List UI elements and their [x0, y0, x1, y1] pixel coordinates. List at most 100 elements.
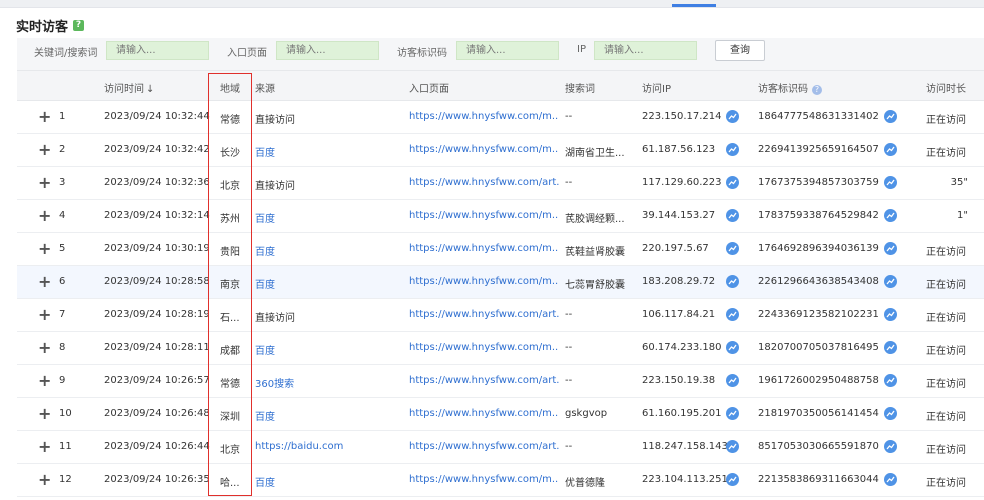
expand-icon[interactable]: +: [38, 373, 51, 389]
expand-icon[interactable]: +: [38, 274, 51, 290]
entry-page-link[interactable]: https://www.hnysfww.com/art...: [409, 309, 559, 320]
ip-trend-icon[interactable]: [726, 176, 739, 189]
query-button[interactable]: 查询: [715, 40, 765, 61]
expand-icon[interactable]: +: [38, 406, 51, 422]
table-row[interactable]: +9 2023/09/24 10:26:57 常德 360搜索 https://www.…: [17, 365, 984, 398]
table-row[interactable]: +12 2023/09/24 10:26:35 哈... 百度 https://www.…: [17, 464, 984, 497]
source[interactable]: https://baidu.com: [255, 441, 405, 452]
table-row[interactable]: +8 2023/09/24 10:28:11 成都 百度 https://www.hny…: [17, 332, 984, 365]
visitor-trend-icon[interactable]: [884, 143, 897, 156]
visitor-trend-icon[interactable]: [884, 176, 897, 189]
ip-trend-icon[interactable]: [726, 440, 739, 453]
visit-time: 2023/09/24 10:26:35: [104, 474, 210, 485]
entry-page-link[interactable]: https://www.hnysfww.com/m...: [409, 111, 559, 122]
visitor-trend-icon[interactable]: [884, 242, 897, 255]
entry-page-link[interactable]: https://www.hnysfww.com/m...: [409, 342, 559, 353]
col-time[interactable]: 访问时间 ↓: [104, 80, 154, 95]
source[interactable]: 百度: [255, 342, 405, 357]
visitor-id-label: 访客标识码: [397, 48, 447, 59]
expand-icon[interactable]: +: [38, 340, 51, 356]
visitor-id: 2243369123582102231: [758, 309, 879, 320]
entry-page-link[interactable]: https://www.hnysfww.com/m...: [409, 210, 559, 221]
ip-trend-icon[interactable]: [726, 374, 739, 387]
visitor-trend-icon[interactable]: [884, 440, 897, 453]
visitor-id-input[interactable]: 请输入...: [456, 41, 559, 60]
visit-ip: 61.160.195.201: [642, 408, 722, 419]
source[interactable]: 百度: [255, 243, 405, 258]
expand-icon[interactable]: +: [38, 208, 51, 224]
ip-trend-icon[interactable]: [726, 242, 739, 255]
entry-page-input[interactable]: 请输入...: [276, 41, 379, 60]
source[interactable]: 百度: [255, 210, 405, 225]
ip-trend-icon[interactable]: [726, 341, 739, 354]
search-term: 湖南省卫生...: [565, 148, 625, 159]
visit-ip: 223.150.19.38: [642, 375, 716, 386]
ip-trend-icon[interactable]: [726, 308, 739, 321]
search-term: --: [565, 375, 573, 386]
entry-page-link[interactable]: https://www.hnysfww.com/art...: [409, 441, 559, 452]
table-row[interactable]: +6 2023/09/24 10:28:58 南京 百度 https://www.hny…: [17, 266, 984, 299]
row-number: 3: [59, 177, 66, 188]
table-row[interactable]: +2 2023/09/24 10:32:42 长沙 百度 https://www.hny…: [17, 134, 984, 167]
ip-trend-icon[interactable]: [726, 143, 739, 156]
visitor-trend-icon[interactable]: [884, 407, 897, 420]
ip-trend-icon[interactable]: [726, 275, 739, 288]
visitor-trend-icon[interactable]: [884, 341, 897, 354]
visitor-trend-icon[interactable]: [884, 374, 897, 387]
search-term: --: [565, 342, 573, 353]
keyword-input[interactable]: 请输入...: [106, 41, 209, 60]
col-region: 地域: [220, 84, 240, 95]
help-icon[interactable]: ?: [73, 20, 85, 31]
entry-page-link[interactable]: https://www.hnysfww.com/m...: [409, 408, 559, 419]
visitor-trend-icon[interactable]: [884, 473, 897, 486]
source[interactable]: 百度: [255, 144, 405, 159]
table-row[interactable]: +10 2023/09/24 10:26:48 深圳 百度 https://www.hn…: [17, 398, 984, 431]
expand-icon[interactable]: +: [38, 109, 51, 125]
ip-trend-icon[interactable]: [726, 473, 739, 486]
visitor-trend-icon[interactable]: [884, 275, 897, 288]
expand-icon[interactable]: +: [38, 307, 51, 323]
entry-page-link[interactable]: https://www.hnysfww.com/m...: [409, 243, 559, 254]
visitor-trend-icon[interactable]: [884, 308, 897, 321]
ip-label: IP: [577, 44, 586, 55]
table-row[interactable]: +5 2023/09/24 10:30:19 贵阳 百度 https://www.hny…: [17, 233, 984, 266]
entry-page-link[interactable]: https://www.hnysfww.com/m...: [409, 276, 559, 287]
entry-page-link[interactable]: https://www.hnysfww.com/m...: [409, 474, 559, 485]
ip-trend-icon[interactable]: [726, 110, 739, 123]
expand-icon[interactable]: +: [38, 439, 51, 455]
ip-input[interactable]: 请输入...: [594, 41, 697, 60]
visitor-id: 2181970350056141454: [758, 408, 879, 419]
entry-page-link[interactable]: https://www.hnysfww.com/m...: [409, 144, 559, 155]
visit-duration: 正在访问: [926, 280, 966, 291]
table-row[interactable]: +11 2023/09/24 10:26:44 北京 https://baidu.co…: [17, 431, 984, 464]
row-number: 6: [59, 276, 66, 287]
expand-icon[interactable]: +: [38, 175, 51, 191]
visitor-trend-icon[interactable]: [884, 209, 897, 222]
visitor-trend-icon[interactable]: [884, 110, 897, 123]
source[interactable]: 百度: [255, 408, 405, 423]
visit-ip: 106.117.84.21: [642, 309, 716, 320]
entry-page-link[interactable]: https://www.hnysfww.com/art...: [409, 375, 559, 386]
page-title: 实时访客 ?: [16, 16, 85, 35]
sort-arrow-icon[interactable]: ↓: [146, 84, 154, 95]
col-source: 来源: [255, 84, 275, 95]
expand-icon[interactable]: +: [38, 142, 51, 158]
page-title-text: 实时访客: [16, 20, 69, 35]
search-term: --: [565, 309, 573, 320]
ip-trend-icon[interactable]: [726, 209, 739, 222]
table-row[interactable]: +4 2023/09/24 10:32:14 苏州 百度 https://www.hny…: [17, 200, 984, 233]
expand-icon[interactable]: +: [38, 241, 51, 257]
entry-page-link[interactable]: https://www.hnysfww.com/art...: [409, 177, 559, 188]
visit-ip: 220.197.5.67: [642, 243, 709, 254]
visit-time: 2023/09/24 10:26:48: [104, 408, 210, 419]
table-row[interactable]: +7 2023/09/24 10:28:19 石... 直接访问 https://www…: [17, 299, 984, 332]
table-row[interactable]: +1 2023/09/24 10:32:44 常德 直接访问 https://www.h…: [17, 101, 984, 134]
question-icon[interactable]: ?: [812, 85, 822, 95]
expand-icon[interactable]: +: [38, 472, 51, 488]
region: 成都: [220, 346, 240, 357]
table-row[interactable]: +3 2023/09/24 10:32:36 北京 直接访问 https://www.h…: [17, 167, 984, 200]
source[interactable]: 百度: [255, 276, 405, 291]
source[interactable]: 360搜索: [255, 375, 405, 390]
source[interactable]: 百度: [255, 474, 405, 489]
ip-trend-icon[interactable]: [726, 407, 739, 420]
